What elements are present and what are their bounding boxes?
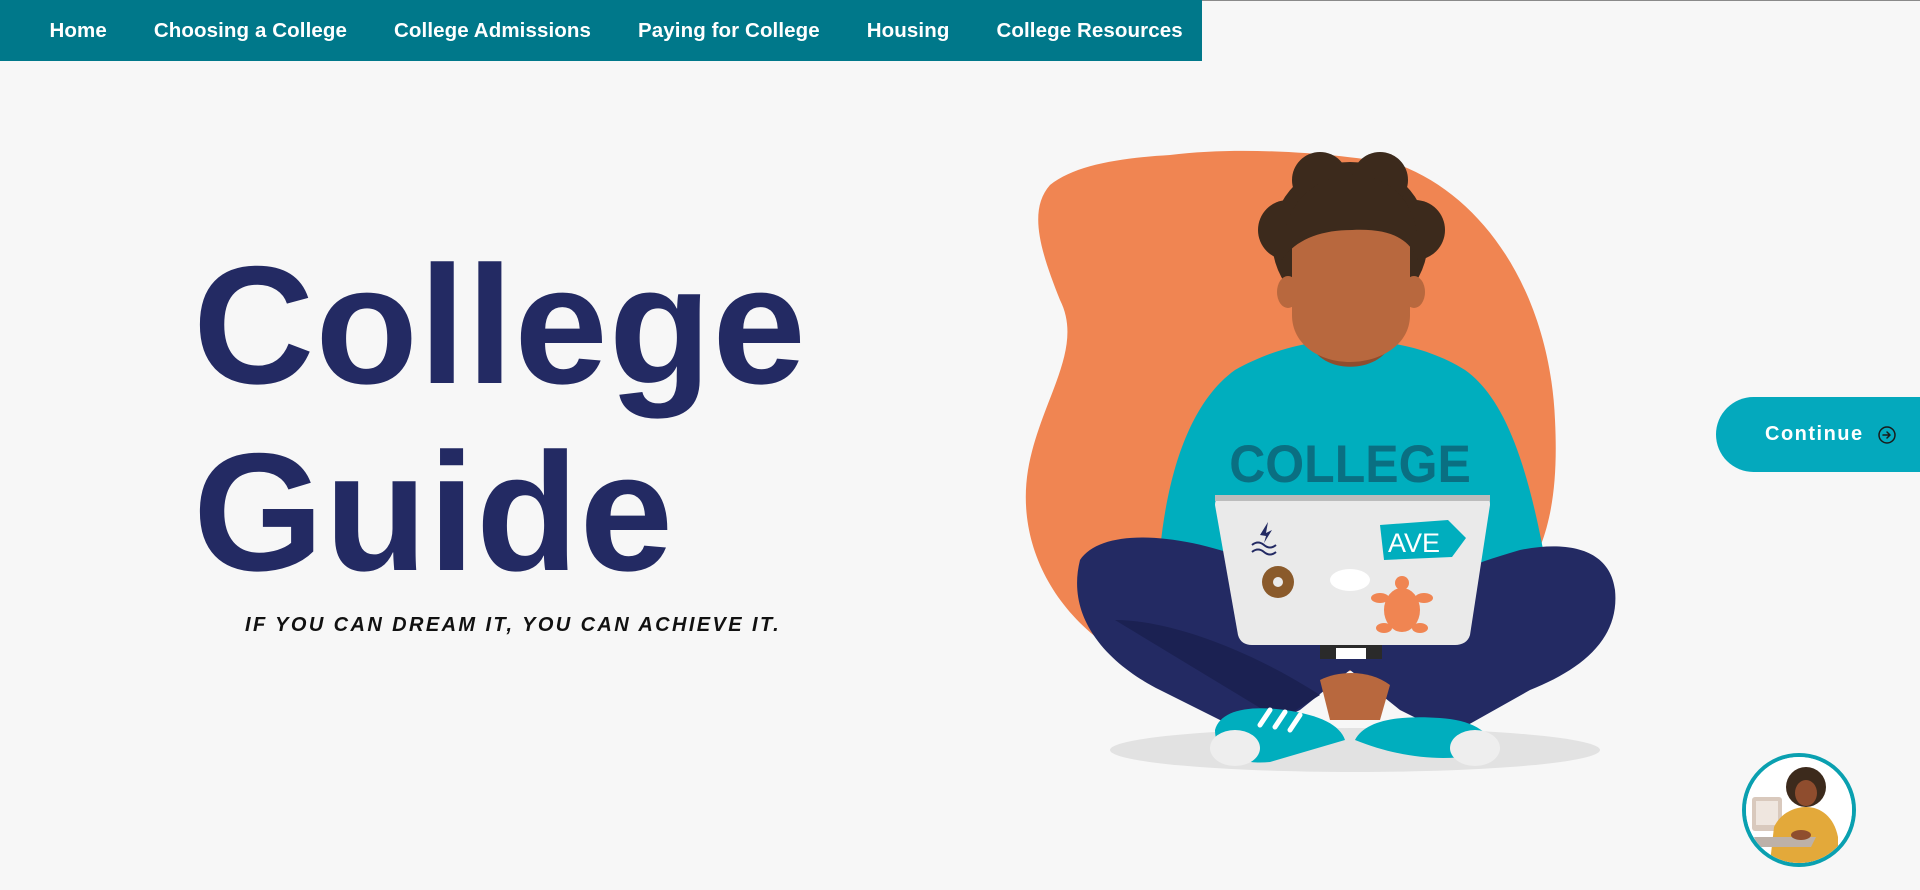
chat-assistant-button[interactable] bbox=[1742, 753, 1856, 867]
floor-shadow bbox=[1110, 728, 1600, 772]
hero-title-line-1: College bbox=[193, 231, 807, 419]
nav-housing[interactable]: Housing bbox=[843, 19, 973, 43]
nav-paying-for-college[interactable]: Paying for College bbox=[615, 19, 844, 43]
continue-button[interactable]: Continue bbox=[1716, 397, 1920, 472]
hero-tagline: IF YOU CAN DREAM IT, YOU CAN ACHIEVE IT. bbox=[245, 614, 782, 636]
nav-choosing-a-college[interactable]: Choosing a College bbox=[130, 19, 370, 43]
hero-title: College Guide bbox=[193, 232, 807, 606]
continue-button-label: Continue bbox=[1765, 423, 1864, 445]
main-navigation: Home Choosing a College College Admissio… bbox=[0, 0, 1202, 61]
ave-sticker-text: AVE bbox=[1388, 528, 1440, 558]
student-with-laptop-illustration: COLLEGE AVE bbox=[1025, 150, 1616, 772]
shirt-text: COLLEGE bbox=[1229, 435, 1471, 493]
nav-college-resources[interactable]: College Resources bbox=[973, 19, 1206, 43]
nav-home[interactable]: Home bbox=[26, 19, 130, 43]
logo-sticker bbox=[1330, 569, 1370, 591]
nav-college-admissions[interactable]: College Admissions bbox=[371, 19, 615, 43]
arrow-circle-right-icon bbox=[1877, 425, 1897, 445]
hero-title-line-2: Guide bbox=[193, 418, 675, 606]
chat-assistant-avatar-icon bbox=[1746, 757, 1852, 863]
